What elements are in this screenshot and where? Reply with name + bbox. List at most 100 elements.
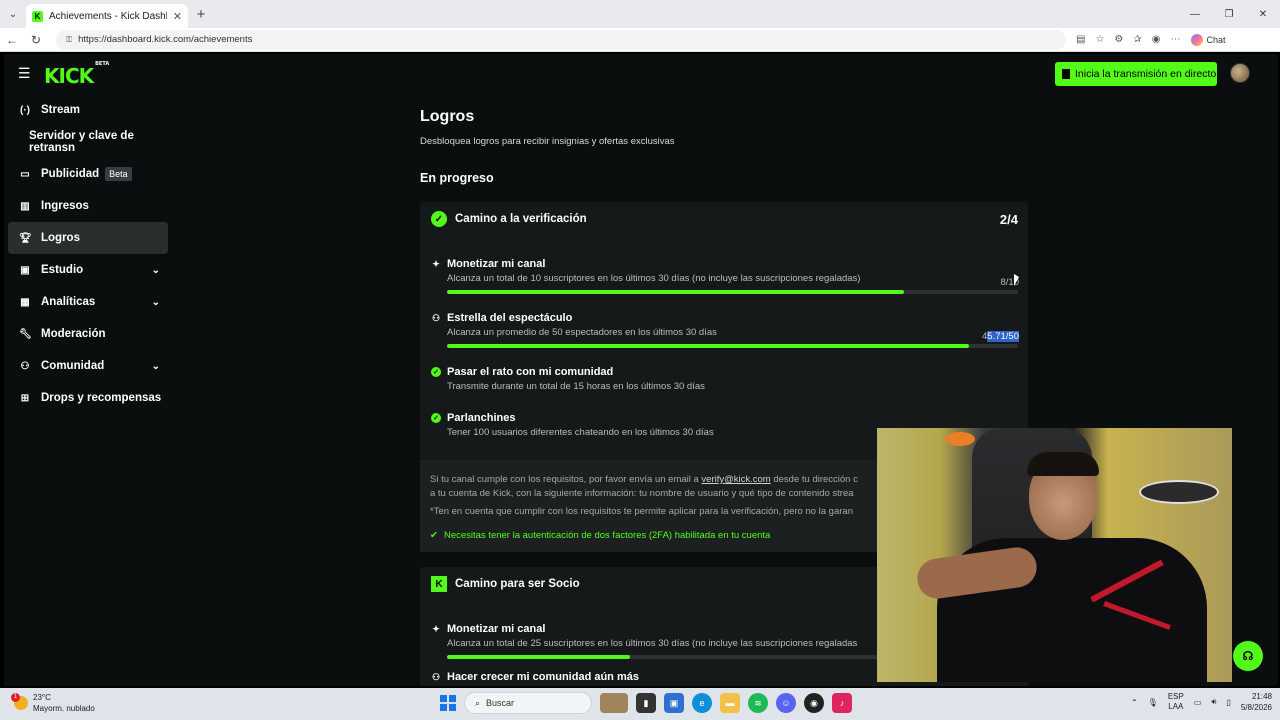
- temperature: 23°C: [33, 693, 51, 702]
- sparkle-icon: ✦: [432, 623, 440, 634]
- copilot-chat-button[interactable]: Chat: [1190, 33, 1226, 46]
- kick-logo[interactable]: KICK BETA: [44, 61, 109, 88]
- card-title: Camino para ser Socio: [455, 578, 580, 590]
- card-title: Camino a la verificación: [455, 213, 587, 225]
- spotify-icon[interactable]: ≋: [748, 693, 768, 713]
- close-tab-icon[interactable]: ✕: [173, 10, 182, 23]
- page-subtitle: Desbloquea logros para recibir insignias…: [420, 136, 675, 147]
- microphone-icon[interactable]: 🎙︎: [1148, 698, 1158, 707]
- viewers-icon: ⚇: [431, 671, 441, 682]
- page-title: Logros: [420, 108, 475, 125]
- sidebar-item-label: Analíticas: [41, 296, 96, 308]
- note-text: desde tu dirección c: [770, 474, 858, 485]
- chevron-down-icon: ⌄: [151, 264, 160, 276]
- shelf-decor: [1139, 480, 1219, 504]
- discord-icon[interactable]: ☺: [776, 693, 796, 713]
- tab-list-chevron-icon[interactable]: ⌄: [0, 0, 26, 28]
- battery-icon[interactable]: ▯: [1226, 698, 1230, 707]
- note-line-3: *Ten en cuenta que cumplir con los requi…: [430, 506, 853, 517]
- site-info-icon[interactable]: ⚿: [66, 35, 72, 45]
- weather-text: Mayorm. nublado: [33, 704, 95, 713]
- file-explorer-icon[interactable]: ▬: [720, 693, 740, 713]
- back-arrow-icon[interactable]: ←: [0, 33, 24, 47]
- tab-title: Achievements - Kick Dashboard: [49, 10, 167, 22]
- user-avatar[interactable]: [1230, 63, 1250, 83]
- sidebar-item-ads[interactable]: ▭ Publicidad Beta: [8, 158, 168, 190]
- volume-icon[interactable]: 🔊︎: [1211, 697, 1216, 707]
- go-live-button[interactable]: Inicia la transmisión en directo: [1055, 62, 1217, 86]
- sidebar-item-stream-key[interactable]: Servidor y clave de retransn: [8, 126, 168, 158]
- sidebar-item-stream[interactable]: (·) Stream: [8, 94, 168, 126]
- checkmark-icon: ✔: [430, 530, 438, 541]
- sidebar-item-label: Servidor y clave de retransn: [29, 130, 134, 154]
- windows-start-icon[interactable]: [440, 695, 456, 711]
- requirement-monetize: ✦ Monetizar mi canal Alcanza un total de …: [431, 258, 1019, 294]
- gift-icon: ⊞: [20, 392, 30, 404]
- lang-layout: LAA: [1168, 702, 1184, 711]
- support-headset-button[interactable]: ☊: [1233, 641, 1263, 671]
- sidebar-item-moderation[interactable]: 🔧︎ Moderación: [8, 318, 168, 350]
- top-navigation: ☰ KICK BETA Inicia la transmisión en dire…: [4, 54, 1278, 94]
- requirement-title: Estrella del espectáculo: [447, 312, 573, 324]
- profile-icon[interactable]: ◉: [1152, 34, 1161, 45]
- sidebar-item-label: Comunidad: [41, 360, 105, 372]
- window-icon: ▭: [20, 168, 30, 180]
- sidebar-item-community[interactable]: ⚇ Comunidad ⌄: [8, 350, 168, 382]
- language-indicator[interactable]: ESP LAA: [1168, 692, 1184, 712]
- widget-icon[interactable]: [600, 693, 628, 713]
- clock[interactable]: 21:48 5/8/2026: [1241, 691, 1272, 713]
- windows-taskbar: 1 23°C Mayorm. nublado ⌕ Buscar ▮ ▣ e ▬ ≋ …: [0, 688, 1280, 720]
- sidebar-item-analytics[interactable]: ▦ Analíticas ⌄: [8, 286, 168, 318]
- obs-icon[interactable]: ◉: [804, 693, 824, 713]
- minimize-icon[interactable]: —: [1178, 0, 1212, 28]
- requirement-title: Parlanchines: [447, 412, 516, 424]
- card-header[interactable]: ✓ Camino a la verificación: [420, 202, 1028, 236]
- weather-widget[interactable]: 1 23°C Mayorm. nublado: [11, 692, 95, 714]
- store-icon[interactable]: ▣: [664, 693, 684, 713]
- note-text: Si tu canal cumple con los requisitos, p…: [430, 474, 702, 485]
- restore-icon[interactable]: ❐: [1212, 0, 1246, 28]
- edge-icon[interactable]: e: [692, 693, 712, 713]
- search-icon: ⌕: [475, 697, 481, 708]
- kick-k-icon: [1062, 69, 1070, 79]
- tray-chevron-icon[interactable]: ⌃: [1131, 698, 1138, 707]
- close-window-icon[interactable]: ✕: [1246, 0, 1280, 28]
- favorite-star-icon[interactable]: ☆: [1095, 34, 1104, 45]
- taskbar-apps: ⌕ Buscar ▮ ▣ e ▬ ≋ ☺ ◉ ♪: [440, 692, 852, 714]
- url-field[interactable]: ⚿ https://dashboard.kick.com/achievement…: [56, 29, 1066, 50]
- more-options-icon[interactable]: ⋯: [1171, 34, 1181, 45]
- task-view-icon[interactable]: ▮: [636, 693, 656, 713]
- reader-icon[interactable]: ▤: [1076, 34, 1085, 45]
- sidebar-item-studio[interactable]: ▣ Estudio ⌄: [8, 254, 168, 286]
- broadcast-icon: (·): [20, 104, 30, 116]
- extensions-icon[interactable]: ⚙: [1114, 34, 1123, 45]
- sidebar-item-achievements[interactable]: 🏆︎ Logros: [8, 222, 168, 254]
- sidebar-item-label: Moderación: [41, 328, 106, 340]
- collections-icon[interactable]: ✰: [1133, 34, 1141, 45]
- sidebar-item-label: Publicidad: [41, 168, 100, 180]
- sidebar-item-label: Logros: [41, 232, 80, 244]
- requirement-title: Monetizar mi canal: [447, 258, 546, 270]
- refresh-icon[interactable]: ↻: [24, 33, 48, 47]
- mouse-cursor-icon: [1014, 274, 1019, 286]
- sidebar-item-drops[interactable]: ⊞ Drops y recompensas: [8, 382, 168, 414]
- progress-bar: [447, 344, 1018, 348]
- trophy-icon: 🏆︎: [19, 232, 32, 244]
- network-icon[interactable]: ▭: [1194, 698, 1202, 707]
- plush-toy: [945, 432, 975, 446]
- verify-email-link[interactable]: verify@kick.com: [701, 474, 770, 485]
- hamburger-menu-icon[interactable]: ☰: [18, 66, 31, 80]
- sidebar-item-revenue[interactable]: ▥ Ingresos: [8, 190, 168, 222]
- browser-tab-active[interactable]: K Achievements - Kick Dashboard ✕: [26, 4, 188, 28]
- progress-fill: [447, 655, 630, 659]
- check-circle-icon: ✓: [431, 367, 441, 377]
- search-placeholder: Buscar: [486, 698, 515, 708]
- sidebar-item-label: Estudio: [41, 264, 84, 276]
- copilot-icon: [1190, 33, 1203, 46]
- requirement-title: Monetizar mi canal: [447, 623, 546, 635]
- new-tab-plus-icon[interactable]: +: [188, 6, 214, 23]
- time: 21:48: [1251, 692, 1272, 701]
- tiktok-icon[interactable]: ♪: [832, 693, 852, 713]
- taskbar-search[interactable]: ⌕ Buscar: [464, 692, 592, 714]
- requirement-title: Pasar el rato con mi comunidad: [447, 366, 614, 378]
